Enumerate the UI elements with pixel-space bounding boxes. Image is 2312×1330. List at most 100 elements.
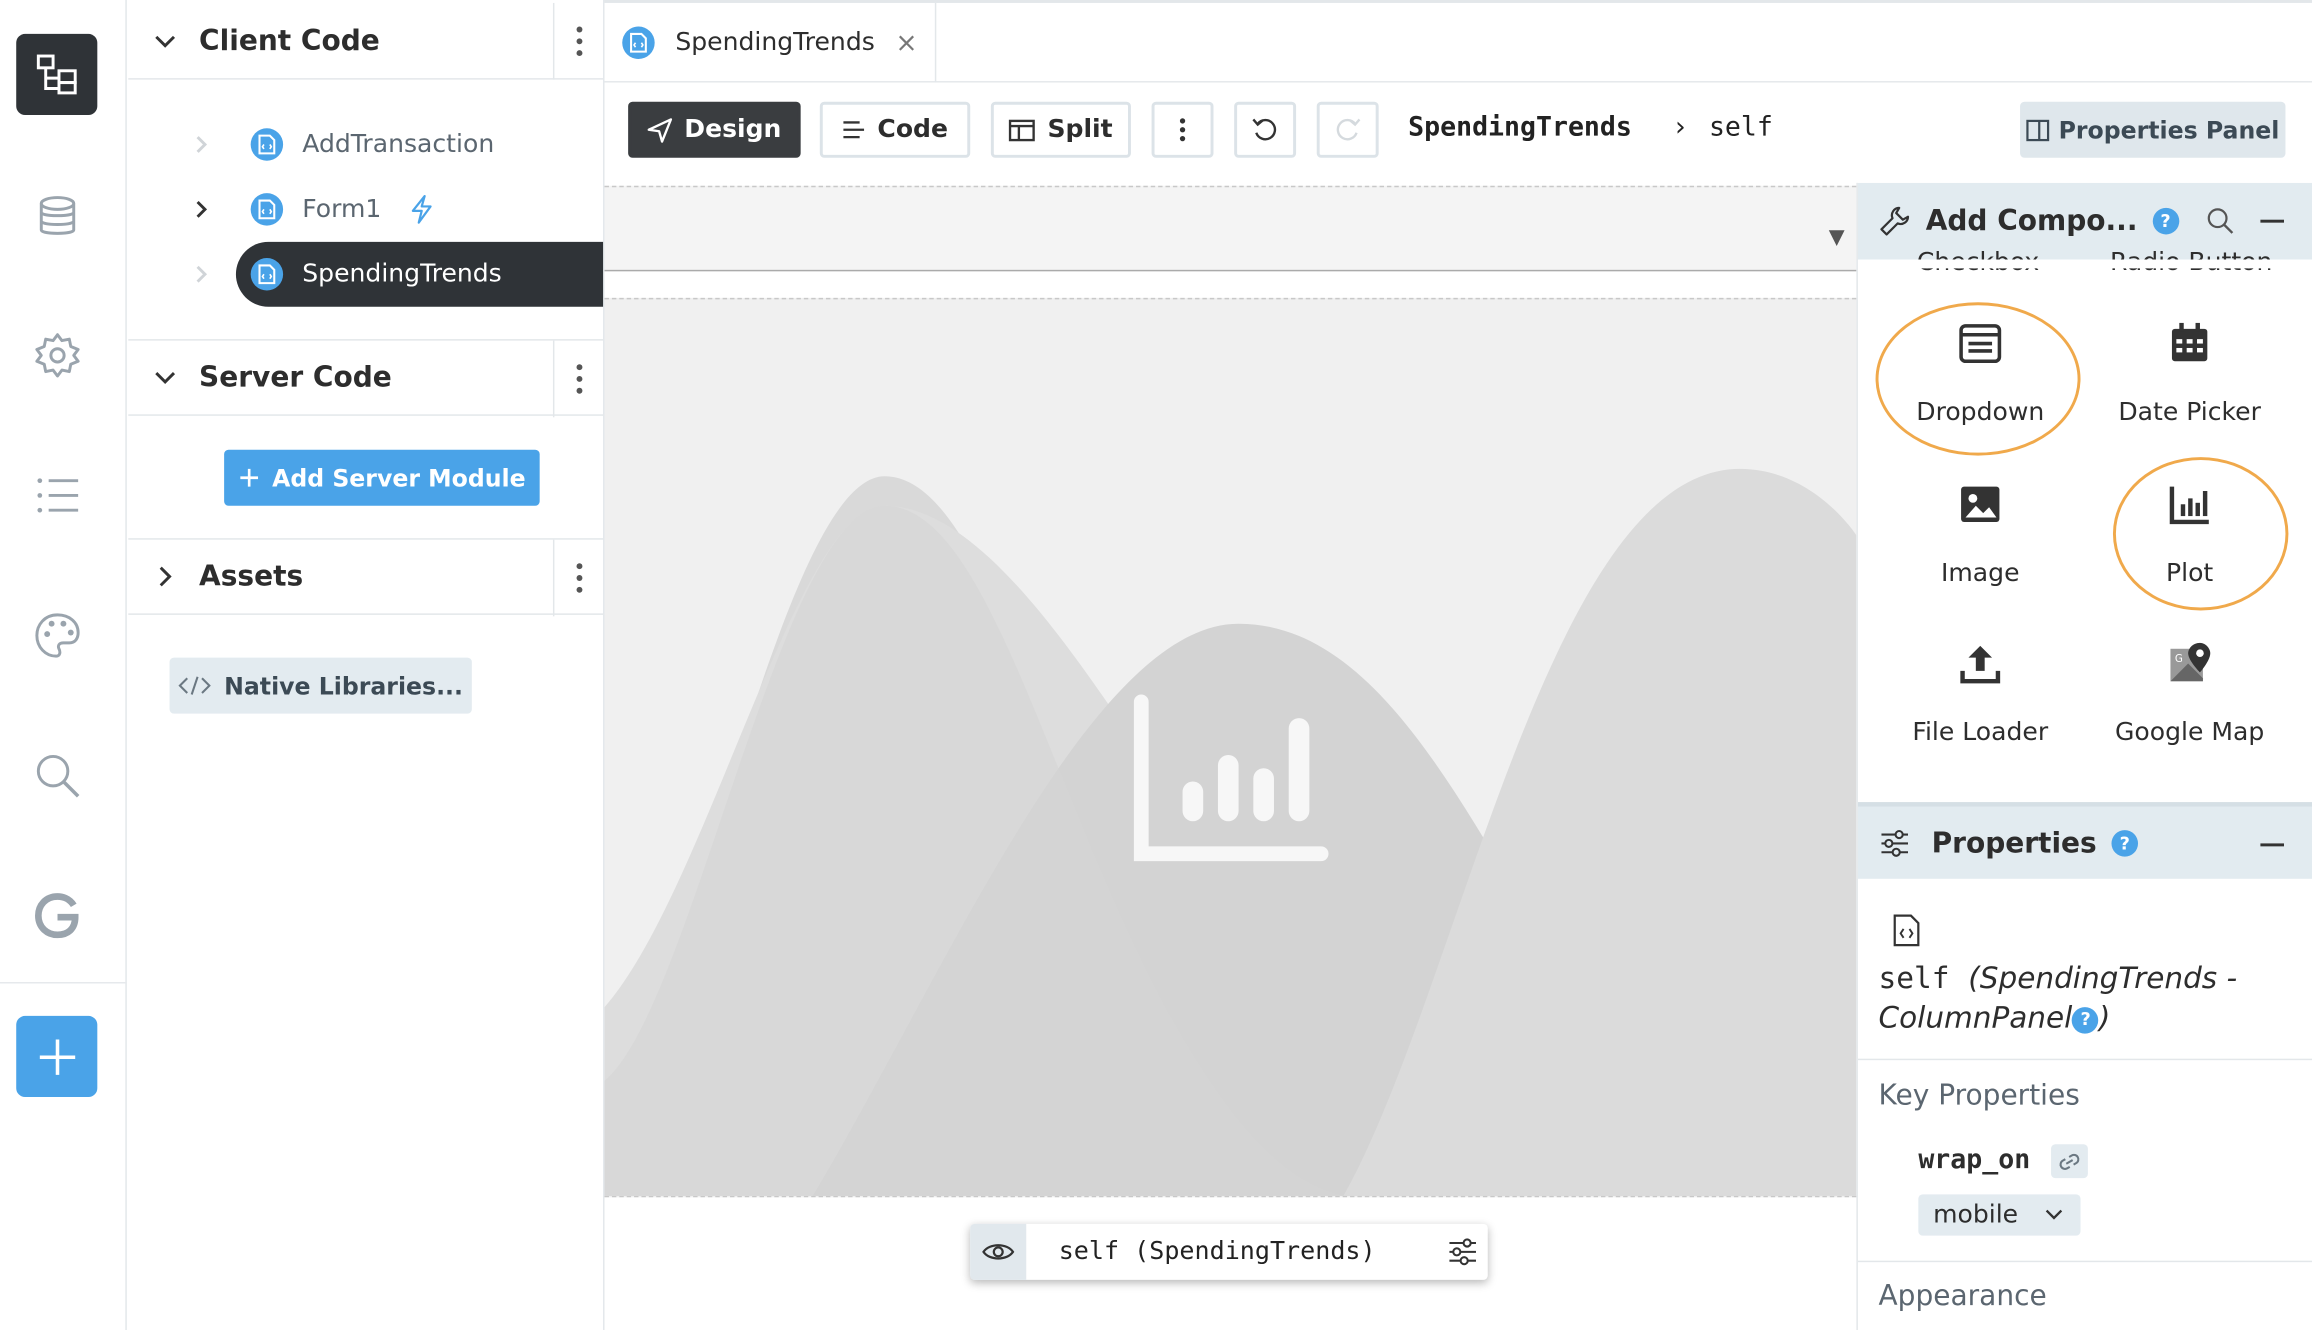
form-icon [622,26,655,59]
plot-placeholder-graphic [604,468,1857,1196]
wrench-icon [1880,206,1910,236]
add-server-module-button[interactable]: Add Server Module [224,449,540,506]
google-services-button[interactable] [16,874,97,955]
breadcrumb-self[interactable]: self [1709,112,1773,143]
divider [1857,1260,2312,1263]
upload-icon [1960,645,2001,684]
image-icon [1961,486,2000,522]
client-code-menu-button[interactable] [552,2,603,80]
wrap-on-select[interactable]: mobile [1918,1194,2081,1236]
search-icon[interactable] [2205,206,2234,235]
tree-item-addtransaction[interactable]: AddTransaction [196,112,603,177]
redo-button[interactable] [1316,101,1379,158]
more-options-button[interactable] [1151,101,1214,158]
visibility-toggle-button[interactable] [970,1223,1027,1280]
assets-menu-button[interactable] [552,539,603,617]
component-label: Date Picker [2118,398,2261,428]
app-browser-button[interactable] [16,33,98,116]
google-icon [34,892,78,938]
properties-panel-label: Properties Panel [2058,115,2280,144]
selected-object-name: self (SpendingTrends - ColumnPanel?) [1879,958,2238,1038]
svg-text:G: G [2175,653,2183,665]
design-canvas[interactable]: ▼ self (SpendingTrends) [604,182,1857,1330]
client-code-header[interactable]: Client Code [128,2,604,80]
self-type-close: ) [2098,999,2111,1036]
collapse-icon[interactable] [2260,843,2285,847]
gear-icon [34,332,79,377]
theme-button[interactable] [16,594,97,675]
settings-button[interactable] [16,314,97,395]
native-libraries-button[interactable]: Native Libraries... [169,657,472,714]
code-icon [178,676,211,695]
tree-item-label: AddTransaction [302,129,495,160]
list-icon [36,477,78,512]
dropdown-component[interactable]: ▼ [604,185,1857,272]
breadcrumb-form[interactable]: SpendingTrends [1408,112,1632,143]
form-icon [250,128,284,161]
editor-tab-bar: SpendingTrends × [604,0,2312,83]
eye-icon [982,1244,1015,1260]
database-icon [39,195,75,235]
key-properties-heading: Key Properties [1878,1079,2080,1112]
code-label: Code [877,115,948,145]
add-components-title: Add Compo... [1925,204,2138,238]
component-image[interactable]: Image [1877,470,2083,617]
highlight-ring-plot [2112,457,2289,611]
more-vertical-icon [575,563,582,593]
form-file-icon [1893,914,1920,947]
chevron-right-icon [196,200,208,218]
undo-button[interactable] [1234,101,1297,158]
design-label: Design [684,115,782,145]
component-date-picker[interactable]: Date Picker [2086,310,2292,457]
split-view-button[interactable]: Split [990,101,1131,158]
version-history-button[interactable] [16,454,97,535]
tree-item-spendingtrends[interactable]: SpendingTrends [196,241,604,307]
plot-component-placeholder[interactable] [604,297,1857,1198]
icon-rail [0,0,127,1330]
collapse-icon[interactable] [2260,219,2285,223]
help-icon[interactable]: ? [2072,1006,2099,1033]
component-file-loader[interactable]: File Loader [1877,630,2083,777]
properties-title: Properties [1931,826,2097,859]
plus-icon [39,1038,75,1075]
component-label: Image [1940,558,2020,589]
server-code-header[interactable]: Server Code [128,339,604,418]
client-code-title: Client Code [199,24,380,57]
map-icon: G [2170,642,2211,682]
chevron-right-icon [196,136,208,153]
undo-icon [1252,118,1277,141]
more-vertical-icon [575,26,582,57]
appearance-heading[interactable]: Appearance [1879,1280,2047,1312]
settings-sliders-icon[interactable] [1446,1236,1478,1268]
component-google-map[interactable]: G Google Map [2086,630,2292,777]
tab-spendingtrends[interactable]: SpendingTrends × [605,2,937,83]
component-floating-bar: self (SpendingTrends) [970,1223,1488,1280]
app-explorer: Client Code AddTransaction Form1 Spendin… [128,0,605,1330]
more-vertical-icon [1179,118,1186,142]
tree-item-form1[interactable]: Form1 [196,177,603,242]
data-binding-button[interactable] [2051,1144,2088,1179]
assets-title: Assets [199,560,304,593]
properties-header[interactable]: Properties ? [1857,802,2312,879]
code-view-button[interactable]: Code [819,101,971,158]
search-button[interactable] [16,734,97,815]
more-vertical-icon [575,364,582,394]
chevron-down-icon [155,35,176,48]
wrap-on-label: wrap_on [1918,1144,2031,1176]
data-tables-button[interactable] [16,175,97,256]
properties-panel-button[interactable]: Properties Panel [2020,101,2286,158]
palette-icon [34,612,79,657]
tab-label: SpendingTrends [675,28,875,58]
native-libraries-label: Native Libraries... [224,671,463,700]
assets-header[interactable]: Assets [128,538,604,617]
calendar-icon [2171,322,2208,362]
help-icon[interactable]: ? [2152,207,2179,235]
close-tab-button[interactable]: × [895,27,917,58]
redo-icon [1336,118,1361,141]
server-code-menu-button[interactable] [552,340,603,418]
design-view-button[interactable]: Design [628,101,801,158]
add-button[interactable] [16,1015,98,1098]
help-icon[interactable]: ? [2111,829,2139,856]
component-label: File Loader [1912,718,2049,748]
breadcrumb-separator: › [1672,112,1689,144]
